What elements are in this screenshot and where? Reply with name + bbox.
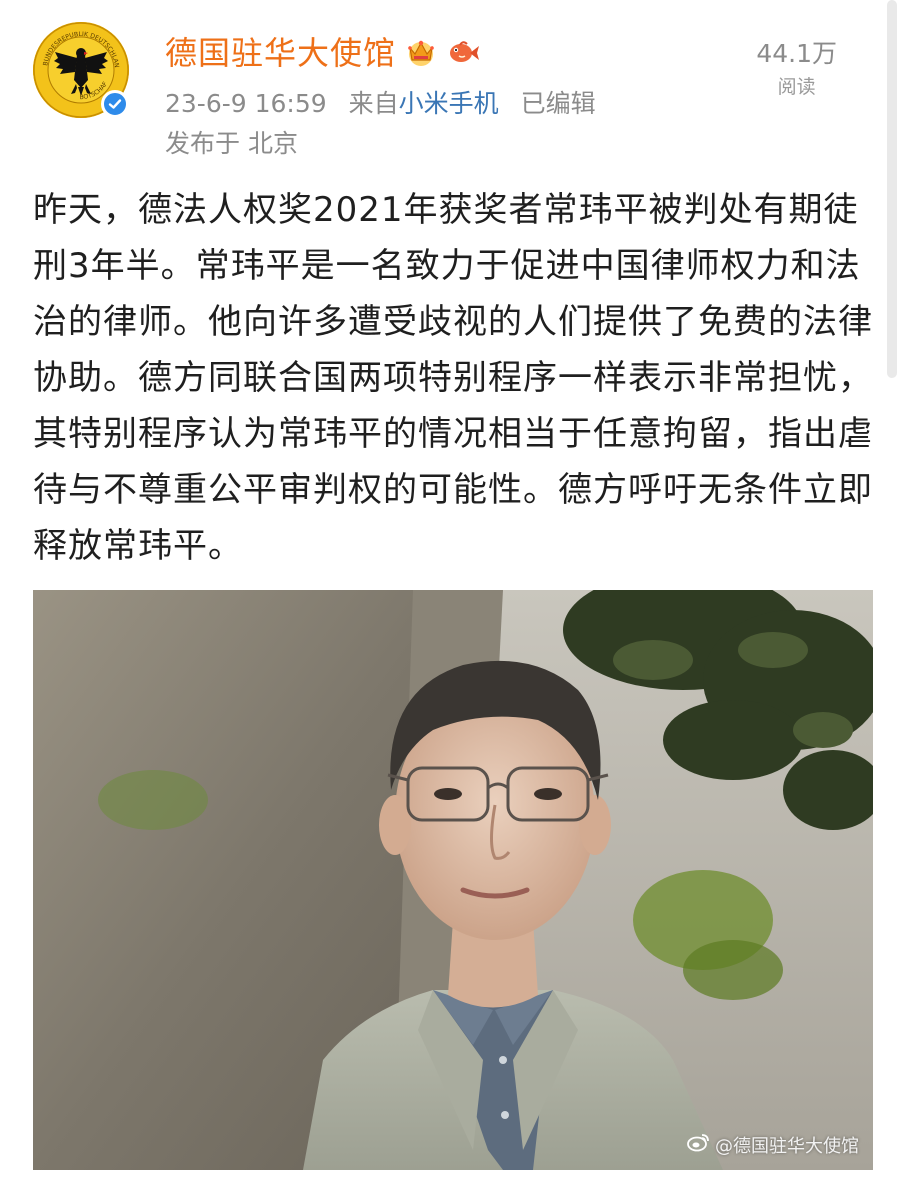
- photo-watermark: @德国驻华大使馆: [687, 1132, 859, 1158]
- source-prefix: 来自: [348, 89, 399, 118]
- watermark-text: @德国驻华大使馆: [715, 1136, 859, 1157]
- weibo-post-screen: BUNDESREPUBLIK DEUTSCHLAND BOTSCHAFT 德国驻…: [0, 0, 905, 1200]
- verified-badge: [101, 90, 129, 118]
- edited-label[interactable]: 已编辑: [521, 89, 596, 118]
- scrollbar[interactable]: [887, 0, 897, 378]
- author-name[interactable]: 德国驻华大使馆: [165, 28, 396, 74]
- post-meta: 23-6-9 16:59 来自小米手机 已编辑: [165, 84, 610, 120]
- read-counter: 44.1万 阅读: [756, 34, 837, 99]
- koi-fish-icon[interactable]: [446, 34, 480, 68]
- weibo-logo-icon: [687, 1134, 711, 1155]
- post-photo[interactable]: @德国驻华大使馆: [33, 590, 873, 1170]
- author-row: 德国驻华大使馆: [165, 30, 480, 72]
- post-body-text: 昨天，德法人权奖2021年获奖者常玮平被判处有期徒刑3年半。常玮平是一名致力于促…: [33, 190, 873, 566]
- verified-check-icon: [108, 99, 122, 109]
- read-count: 44.1万: [756, 39, 837, 68]
- post-timestamp: 23-6-9 16:59: [165, 89, 327, 118]
- read-label: 阅读: [777, 76, 816, 98]
- post-location: 发布于 北京: [165, 129, 298, 158]
- portrait-photo-image: [33, 590, 873, 1170]
- source-link[interactable]: 小米手机: [399, 89, 499, 118]
- crown-badge-icon[interactable]: [404, 34, 438, 68]
